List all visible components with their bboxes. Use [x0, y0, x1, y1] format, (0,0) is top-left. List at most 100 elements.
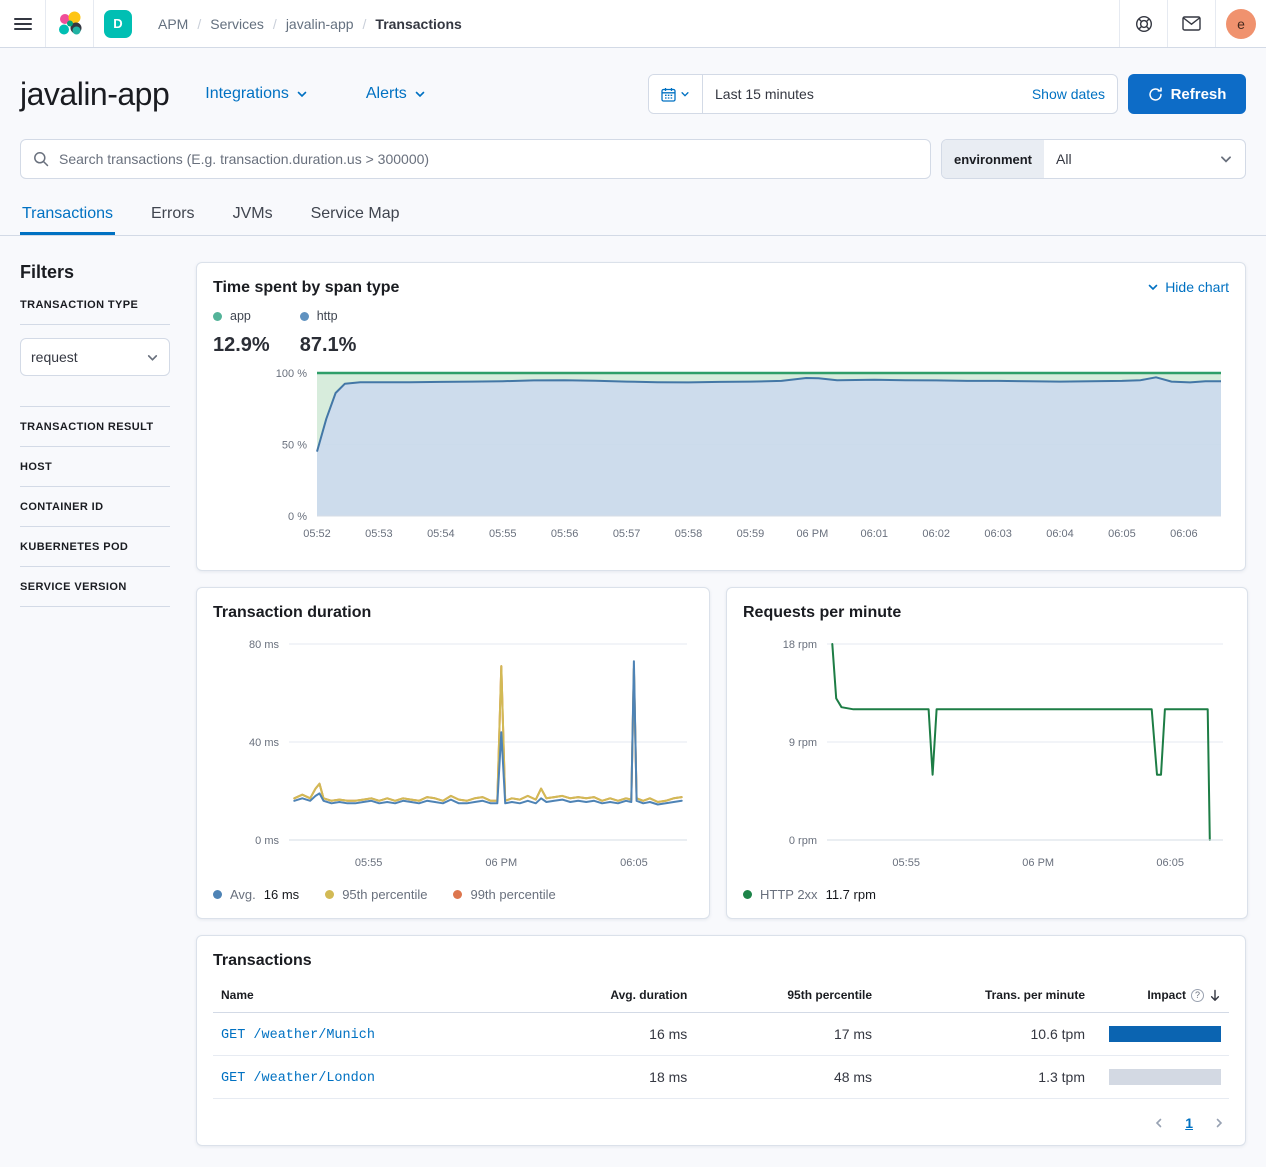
transaction-type-value: request: [31, 349, 78, 365]
user-menu[interactable]: e: [1215, 0, 1266, 47]
span-type-chart[interactable]: 0 %50 %100 %05:5205:5305:5405:5505:5605:…: [213, 361, 1227, 551]
p95-cell: 48 ms: [695, 1056, 880, 1099]
filter-section-transaction-type: TRANSACTION TYPErequest: [20, 299, 170, 407]
column-header-avg-duration[interactable]: Avg. duration: [525, 976, 695, 1013]
refresh-button[interactable]: Refresh: [1128, 74, 1246, 114]
legend-label: http: [317, 309, 338, 323]
breadcrumb-separator: /: [363, 16, 367, 32]
filter-section-service-version[interactable]: SERVICE VERSION: [20, 567, 170, 607]
tab-service-map[interactable]: Service Map: [309, 194, 402, 235]
transactions-table-title: Transactions: [213, 952, 1229, 970]
page-header: javalin-app Integrations Alerts Last 15 …: [0, 48, 1266, 114]
tab-transactions[interactable]: Transactions: [20, 194, 115, 235]
hide-chart-button[interactable]: Hide chart: [1147, 279, 1229, 295]
filter-label: HOST: [20, 461, 170, 473]
integrations-menu[interactable]: Integrations: [205, 85, 308, 103]
svg-text:9 rpm: 9 rpm: [789, 737, 817, 749]
column-header-impact[interactable]: Impact ?: [1093, 976, 1229, 1013]
transaction-link[interactable]: GET /weather/Munich: [221, 1028, 375, 1043]
span-percent: 87.1%: [300, 334, 357, 357]
legend-item-avg-[interactable]: Avg.16 ms: [213, 887, 299, 902]
breadcrumb-item-transactions: Transactions: [375, 16, 461, 32]
tab-errors[interactable]: Errors: [149, 194, 197, 235]
column-header-95th-percentile[interactable]: 95th percentile: [695, 976, 880, 1013]
svg-text:06:05: 06:05: [620, 857, 648, 869]
filters-sidebar: Filters TRANSACTION TYPErequestTRANSACTI…: [20, 262, 170, 1146]
search-row: environment All: [0, 114, 1266, 179]
svg-text:80 ms: 80 ms: [249, 639, 279, 651]
time-range-display[interactable]: Last 15 minutes: [703, 86, 1020, 102]
legend-item-http-2xx[interactable]: HTTP 2xx11.7 rpm: [743, 887, 876, 902]
chevron-left-icon[interactable]: [1153, 1117, 1165, 1129]
span-type-legend: app12.9%http87.1%: [213, 309, 1229, 357]
svg-text:05:58: 05:58: [675, 528, 703, 540]
avatar[interactable]: e: [1226, 9, 1256, 39]
search-input[interactable]: [57, 150, 918, 168]
column-header-name[interactable]: Name: [213, 976, 525, 1013]
chevron-right-icon[interactable]: [1213, 1117, 1225, 1129]
p95-cell: 17 ms: [695, 1013, 880, 1056]
legend-item-95th-percentile[interactable]: 95th percentile: [325, 887, 427, 902]
legend-item-app[interactable]: app: [213, 309, 270, 323]
svg-text:06:02: 06:02: [922, 528, 950, 540]
filters-list: TRANSACTION TYPErequest TRANSACTION RESUL…: [20, 299, 170, 607]
filter-section-host[interactable]: HOST: [20, 447, 170, 487]
space-badge[interactable]: D: [104, 10, 132, 38]
filter-label: TRANSACTION RESULT: [20, 421, 170, 433]
space-switcher[interactable]: D: [94, 0, 142, 47]
menu-icon[interactable]: [0, 0, 46, 47]
svg-text:06 PM: 06 PM: [485, 857, 517, 869]
elastic-logo[interactable]: [46, 0, 94, 47]
mail-icon: [1182, 16, 1201, 31]
legend-label: 99th percentile: [470, 887, 555, 902]
chevron-down-icon: [414, 88, 426, 100]
transactions-table: Name Avg. duration 95th percentile Trans…: [213, 976, 1229, 1099]
transaction-duration-title: Transaction duration: [213, 604, 693, 622]
svg-text:05:53: 05:53: [365, 528, 393, 540]
transaction-duration-chart[interactable]: 0 ms40 ms80 ms05:5506 PM06:05: [213, 628, 695, 880]
elastic-logo-icon: [57, 11, 83, 37]
legend-dot-icon: [213, 890, 222, 899]
newsfeed-button[interactable]: [1167, 0, 1215, 47]
search-box: [20, 139, 931, 179]
requests-per-minute-title: Requests per minute: [743, 604, 1231, 622]
legend-dot-icon: [453, 890, 462, 899]
help-button[interactable]: [1119, 0, 1167, 47]
transaction-link[interactable]: GET /weather/London: [221, 1071, 375, 1086]
filter-section-container-id[interactable]: CONTAINER ID: [20, 487, 170, 527]
legend-dot-icon: [300, 312, 309, 321]
breadcrumb-item-javalin-app[interactable]: javalin-app: [286, 16, 354, 32]
table-row: GET /weather/Munich16 ms17 ms10.6 tpm: [213, 1013, 1229, 1056]
breadcrumb-item-apm[interactable]: APM: [158, 16, 188, 32]
help-icon: [1135, 15, 1153, 33]
environment-select[interactable]: environment All: [941, 139, 1246, 179]
column-header-tpm[interactable]: Trans. per minute: [880, 976, 1093, 1013]
filter-label: KUBERNETES POD: [20, 541, 170, 553]
legend-item-http[interactable]: http: [300, 309, 357, 323]
impact-bar: [1109, 1026, 1221, 1042]
filter-label: SERVICE VERSION: [20, 581, 170, 593]
filter-section-transaction-result[interactable]: TRANSACTION RESULT: [20, 407, 170, 447]
show-dates-button[interactable]: Show dates: [1020, 86, 1117, 102]
top-bar: D APM/Services/javalin-app/Transactions …: [0, 0, 1266, 48]
legend-item-99th-percentile[interactable]: 99th percentile: [453, 887, 555, 902]
avg-duration-cell: 18 ms: [525, 1056, 695, 1099]
transaction-type-select[interactable]: request: [20, 338, 170, 376]
question-circle-icon[interactable]: ?: [1191, 989, 1204, 1002]
requests-per-minute-chart[interactable]: 0 rpm9 rpm18 rpm05:5506 PM06:05: [743, 628, 1231, 880]
svg-text:05:56: 05:56: [551, 528, 579, 540]
legend-dot-icon: [325, 890, 334, 899]
svg-text:05:54: 05:54: [427, 528, 455, 540]
svg-text:0 ms: 0 ms: [255, 835, 279, 847]
tab-jvms[interactable]: JVMs: [231, 194, 275, 235]
impact-cell: [1093, 1013, 1229, 1056]
rpm-legend: HTTP 2xx11.7 rpm: [743, 887, 1231, 902]
legend-value: 11.7 rpm: [826, 887, 876, 902]
breadcrumb-item-services[interactable]: Services: [210, 16, 264, 32]
quick-select-button[interactable]: [649, 75, 703, 113]
alerts-menu[interactable]: Alerts: [366, 85, 426, 103]
filter-section-kubernetes-pod[interactable]: KUBERNETES POD: [20, 527, 170, 567]
refresh-icon: [1148, 87, 1163, 102]
page-number[interactable]: 1: [1185, 1115, 1193, 1131]
svg-text:06:01: 06:01: [860, 528, 888, 540]
